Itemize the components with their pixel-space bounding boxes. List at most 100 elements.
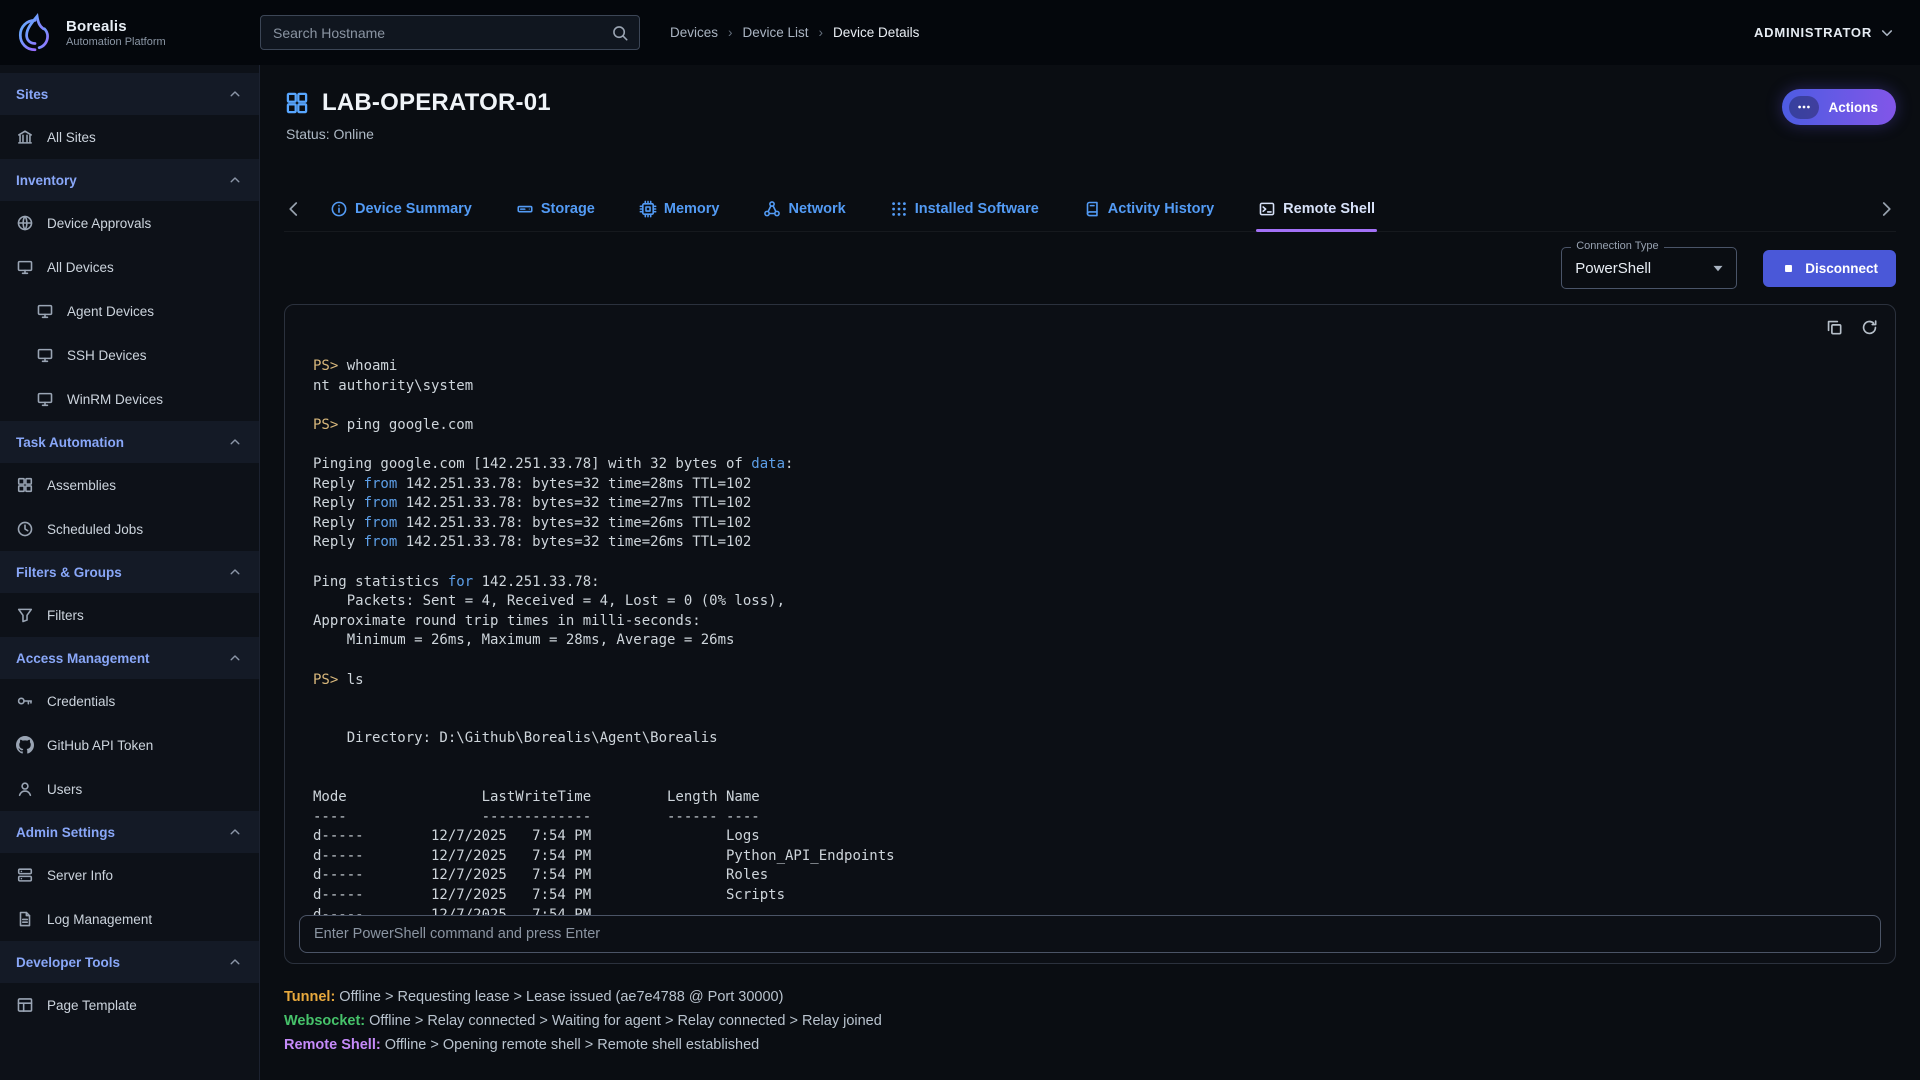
status-text: Offline > Relay connected > Waiting for … <box>365 1013 882 1029</box>
sidebar-section-sites[interactable]: Sites <box>0 73 259 115</box>
disconnect-button[interactable]: Disconnect <box>1763 250 1896 287</box>
sidebar: Sites All Sites InventoryDevice Approvals A… <box>0 65 260 1080</box>
status-line-tunnel: Tunnel: Offline > Requesting lease > Lea… <box>284 988 1896 1008</box>
sidebar-item-label: Agent Devices <box>67 304 154 319</box>
sidebar-item-label: SSH Devices <box>67 348 147 363</box>
connection-row: Connection Type PowerShell Disconnect <box>284 246 1896 290</box>
sidebar-section-inventory[interactable]: Inventory <box>0 159 259 201</box>
sidebar-item-label: Filters <box>47 608 84 623</box>
terminal-line: Packets: Sent = 4, Received = 4, Lost = … <box>313 592 1867 612</box>
terminal-line <box>313 553 1867 573</box>
sidebar-section-developer-tools[interactable]: Developer Tools <box>0 941 259 983</box>
tabs: Device Summary Storage Memory Network Instal… <box>330 186 1850 232</box>
apps-icon <box>890 200 908 218</box>
tab-label: Storage <box>541 201 595 217</box>
terminal-line: PS> ls <box>313 671 1867 691</box>
sidebar-section-access-management[interactable]: Access Management <box>0 637 259 679</box>
terminal-line <box>313 690 1867 710</box>
monitor-icon <box>36 302 54 320</box>
sidebar-section-task-automation[interactable]: Task Automation <box>0 421 259 463</box>
sidebar-section-admin-settings[interactable]: Admin Settings <box>0 811 259 853</box>
tab-strip: Device Summary Storage Memory Network Instal… <box>284 186 1896 232</box>
sidebar-item-credentials[interactable]: Credentials <box>0 679 259 723</box>
copy-icon[interactable] <box>1825 318 1844 337</box>
tab-storage[interactable]: Storage <box>516 186 595 232</box>
breadcrumb-item-device-list[interactable]: Device List <box>743 25 809 40</box>
terminal-toolbar <box>1825 318 1879 337</box>
status-label: Remote Shell: <box>284 1037 381 1053</box>
tab-label: Activity History <box>1108 201 1214 217</box>
sidebar-item-device-approvals[interactable]: Device Approvals <box>0 201 259 245</box>
tabs-chevron-right-icon[interactable] <box>1876 199 1896 219</box>
search-hostname-box[interactable] <box>260 15 640 50</box>
tab-remote-shell[interactable]: Remote Shell <box>1258 186 1375 232</box>
sidebar-item-label: Users <box>47 782 82 797</box>
sidebar-item-filters[interactable]: Filters <box>0 593 259 637</box>
connection-type-select[interactable]: Connection Type PowerShell <box>1561 247 1737 289</box>
sidebar-item-all-devices[interactable]: All Devices <box>0 245 259 289</box>
sidebar-item-agent-devices[interactable]: Agent Devices <box>0 289 259 333</box>
sidebar-item-label: Assemblies <box>47 478 116 493</box>
chevron-up-icon <box>227 824 243 840</box>
terminal-line: PS> whoami <box>313 357 1867 377</box>
sidebar-item-all-sites[interactable]: All Sites <box>0 115 259 159</box>
tab-network[interactable]: Network <box>763 186 845 232</box>
sidebar-item-assemblies[interactable]: Assemblies <box>0 463 259 507</box>
sidebar-item-label: All Sites <box>47 130 96 145</box>
sidebar-item-winrm-devices[interactable]: WinRM Devices <box>0 377 259 421</box>
sidebar-item-label: All Devices <box>47 260 114 275</box>
sidebar-section-filters-groups[interactable]: Filters & Groups <box>0 551 259 593</box>
terminal-command-input[interactable] <box>299 915 1881 953</box>
chevron-up-icon <box>227 172 243 188</box>
terminal-line: ---- ------------- ------ ---- <box>313 808 1867 828</box>
terminal-line: Approximate round trip times in milli-se… <box>313 612 1867 632</box>
status-line-websocket: Websocket: Offline > Relay connected > W… <box>284 1012 1896 1032</box>
search-input[interactable] <box>273 25 611 41</box>
storage-icon <box>516 200 534 218</box>
sidebar-item-log-management[interactable]: Log Management <box>0 897 259 941</box>
terminal-line: d----- 12/7/2025 7:54 PM Logs <box>313 827 1867 847</box>
select-caret-icon <box>1708 258 1728 278</box>
monitor-icon <box>16 258 34 276</box>
breadcrumb-separator: › <box>819 25 824 40</box>
terminal-line: Minimum = 26ms, Maximum = 28ms, Average … <box>313 631 1867 651</box>
terminal-line <box>313 768 1867 788</box>
actions-chip <box>1789 96 1819 119</box>
brand-subtitle: Automation Platform <box>66 36 166 48</box>
tab-label: Network <box>788 201 845 217</box>
status-label: Tunnel: <box>284 989 335 1005</box>
breadcrumb-item-device-details[interactable]: Device Details <box>833 25 919 40</box>
sidebar-item-page-template[interactable]: Page Template <box>0 983 259 1027</box>
status-label: Websocket: <box>284 1013 365 1029</box>
sidebar-item-users[interactable]: Users <box>0 767 259 811</box>
terminal-line: Pinging google.com [142.251.33.78] with … <box>313 455 1867 475</box>
sidebar-item-github-api-token[interactable]: GitHub API Token <box>0 723 259 767</box>
tab-installed-software[interactable]: Installed Software <box>890 186 1039 232</box>
sidebar-item-scheduled-jobs[interactable]: Scheduled Jobs <box>0 507 259 551</box>
tabs-chevron-left-icon[interactable] <box>284 199 304 219</box>
terminal-line: Ping statistics for 142.251.33.78: <box>313 573 1867 593</box>
user-menu[interactable]: ADMINISTRATOR <box>1754 24 1896 42</box>
tab-device-summary[interactable]: Device Summary <box>330 186 472 232</box>
monitor-icon <box>36 390 54 408</box>
terminal-line: Reply from 142.251.33.78: bytes=32 time=… <box>313 494 1867 514</box>
device-header: LAB-OPERATOR-01 Status: Online Actions <box>284 89 1896 142</box>
layout-icon <box>16 996 34 1014</box>
chevron-up-icon <box>227 434 243 450</box>
terminal-icon <box>1258 200 1276 218</box>
breadcrumb-item-devices[interactable]: Devices <box>670 25 718 40</box>
terminal-line: d----- 12/7/2025 7:54 PM Python_API_Endp… <box>313 847 1867 867</box>
terminal-line: d----- 12/7/2025 7:54 PM Scripts <box>313 886 1867 906</box>
sidebar-item-server-info[interactable]: Server Info <box>0 853 259 897</box>
brand: Borealis Automation Platform <box>14 12 260 54</box>
terminal-output[interactable]: PS> whoamint authority\system PS> ping g… <box>285 305 1895 925</box>
terminal-line <box>313 435 1867 455</box>
sidebar-nav: Sites All Sites InventoryDevice Approvals A… <box>0 73 259 1027</box>
refresh-icon[interactable] <box>1860 318 1879 337</box>
actions-button[interactable]: Actions <box>1782 89 1896 125</box>
tab-memory[interactable]: Memory <box>639 186 720 232</box>
sidebar-item-ssh-devices[interactable]: SSH Devices <box>0 333 259 377</box>
sidebar-item-label: Page Template <box>47 998 137 1013</box>
search-icon <box>611 24 629 42</box>
tab-activity-history[interactable]: Activity History <box>1083 186 1214 232</box>
